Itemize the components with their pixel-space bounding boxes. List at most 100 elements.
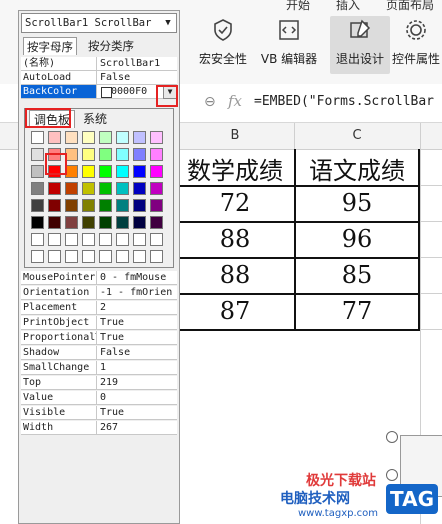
column-header-b[interactable]: B <box>176 123 295 149</box>
color-swatch[interactable] <box>31 131 44 144</box>
macro-security-button[interactable]: 宏安全性 <box>196 16 250 74</box>
color-swatch[interactable] <box>150 182 163 195</box>
color-swatch[interactable] <box>99 148 112 161</box>
property-row[interactable]: Value 0 <box>21 391 177 405</box>
chinese-score[interactable]: 95 <box>296 189 418 217</box>
color-swatch[interactable] <box>99 165 112 178</box>
ribbon-tab-home[interactable]: 开始 <box>286 0 310 13</box>
color-swatch[interactable] <box>82 182 95 195</box>
color-swatch[interactable] <box>116 148 129 161</box>
property-row[interactable]: Width 267 <box>21 421 177 435</box>
exit-design-button[interactable]: 退出设计 <box>330 16 390 74</box>
color-swatch[interactable] <box>82 250 95 263</box>
property-value[interactable]: 1 <box>97 361 177 375</box>
fx-label[interactable]: fx <box>228 92 242 110</box>
color-swatch[interactable] <box>48 182 61 195</box>
property-value[interactable]: False <box>97 346 177 360</box>
property-row[interactable]: SmallChange 1 <box>21 361 177 375</box>
color-swatch[interactable] <box>116 182 129 195</box>
color-swatch[interactable] <box>65 250 78 263</box>
color-swatch[interactable] <box>150 148 163 161</box>
chinese-score[interactable]: 85 <box>296 261 418 289</box>
property-row[interactable]: ProportionalThumbTrue <box>21 331 177 345</box>
color-swatch[interactable] <box>150 216 163 229</box>
color-swatch[interactable] <box>150 131 163 144</box>
color-swatch[interactable] <box>31 148 44 161</box>
control-properties-button[interactable]: 控件属性 <box>392 16 442 74</box>
chevron-down-icon[interactable]: ▼ <box>160 14 176 32</box>
color-swatch[interactable] <box>150 165 163 178</box>
property-row[interactable]: PrintObject True <box>21 316 177 330</box>
color-swatch[interactable] <box>65 131 78 144</box>
color-swatch[interactable] <box>133 216 146 229</box>
color-swatch[interactable] <box>133 199 146 212</box>
ribbon-tab-page-layout[interactable]: 页面布局 <box>386 0 434 13</box>
vb-editor-button[interactable]: VB 编辑器 <box>256 16 322 74</box>
color-swatch[interactable] <box>99 233 112 246</box>
object-selector[interactable]: ScrollBar1 ScrollBar ▼ <box>21 13 177 33</box>
color-swatch[interactable] <box>150 233 163 246</box>
property-value[interactable]: ScrollBar1 <box>97 57 177 71</box>
color-swatch[interactable] <box>99 131 112 144</box>
property-row[interactable]: (名称) ScrollBar1 <box>21 57 177 71</box>
property-value[interactable]: 2 <box>97 301 177 315</box>
color-swatch[interactable] <box>48 233 61 246</box>
tab-system[interactable]: 系统 <box>79 110 111 128</box>
math-score[interactable]: 72 <box>176 189 294 217</box>
color-swatch[interactable] <box>133 131 146 144</box>
chinese-score[interactable]: 96 <box>296 225 418 253</box>
color-swatch[interactable] <box>99 216 112 229</box>
color-swatch[interactable] <box>82 165 95 178</box>
color-swatch[interactable] <box>31 250 44 263</box>
property-value[interactable]: False <box>97 71 177 85</box>
color-swatch[interactable] <box>65 216 78 229</box>
tab-alphabetic[interactable]: 按字母序 <box>23 37 77 55</box>
color-swatch[interactable] <box>150 199 163 212</box>
property-value[interactable]: True <box>97 406 177 420</box>
color-swatch[interactable] <box>150 250 163 263</box>
color-swatch[interactable] <box>99 182 112 195</box>
color-swatch[interactable] <box>65 199 78 212</box>
color-swatch[interactable] <box>99 250 112 263</box>
color-swatch[interactable] <box>31 165 44 178</box>
property-value[interactable]: 219 <box>97 376 177 390</box>
color-swatch[interactable] <box>31 199 44 212</box>
color-swatch[interactable] <box>48 216 61 229</box>
color-swatch[interactable] <box>133 148 146 161</box>
color-swatch[interactable] <box>31 233 44 246</box>
color-swatch[interactable] <box>116 165 129 178</box>
property-row[interactable]: Orientation -1 - fmOrien <box>21 286 177 300</box>
color-swatch[interactable] <box>31 182 44 195</box>
color-swatch[interactable] <box>31 216 44 229</box>
header-math[interactable]: 数学成绩 <box>176 151 294 186</box>
property-row[interactable]: Top 219 <box>21 376 177 390</box>
color-swatch[interactable] <box>48 250 61 263</box>
color-swatch[interactable] <box>82 131 95 144</box>
property-row[interactable]: Shadow False <box>21 346 177 360</box>
color-swatch[interactable] <box>133 250 146 263</box>
math-score[interactable]: 88 <box>176 261 294 289</box>
formula-input[interactable]: =EMBED("Forms.ScrollBar <box>254 90 442 114</box>
property-row[interactable]: AutoLoad False <box>21 71 177 85</box>
color-swatch[interactable] <box>116 199 129 212</box>
color-swatch[interactable] <box>82 199 95 212</box>
resize-handle[interactable] <box>386 431 398 443</box>
property-value[interactable]: 0 <box>97 391 177 405</box>
property-row[interactable]: Placement 2 <box>21 301 177 315</box>
color-swatch[interactable] <box>82 216 95 229</box>
ribbon-tab-insert[interactable]: 插入 <box>336 0 360 13</box>
property-value[interactable]: True <box>97 316 177 330</box>
column-header-c[interactable]: C <box>294 123 421 149</box>
property-value[interactable]: 0 - fmMouse <box>97 271 177 285</box>
zoom-icon[interactable]: ⊖ <box>204 94 216 110</box>
property-row[interactable]: MousePointer 0 - fmMouse <box>21 271 177 285</box>
color-swatch[interactable] <box>99 199 112 212</box>
header-chinese[interactable]: 语文成绩 <box>296 151 418 186</box>
color-swatch[interactable] <box>116 233 129 246</box>
property-row-backcolor[interactable]: BackColor 0000F0 ▼ <box>21 85 177 99</box>
property-row[interactable]: Visible True <box>21 406 177 420</box>
color-swatch[interactable] <box>65 233 78 246</box>
color-swatch[interactable] <box>133 233 146 246</box>
chinese-score[interactable]: 77 <box>296 297 418 325</box>
color-swatch[interactable] <box>116 216 129 229</box>
